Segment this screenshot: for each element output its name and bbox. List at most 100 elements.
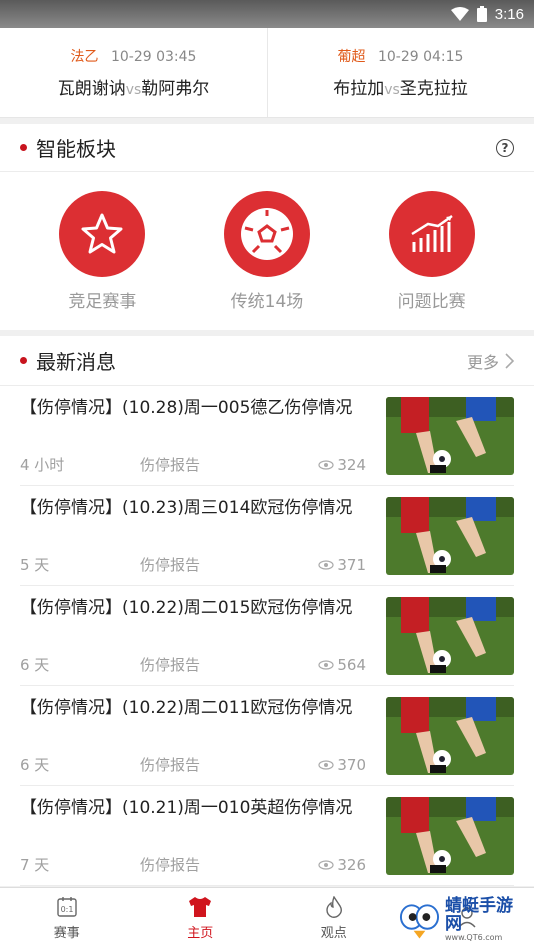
match-strip: 法乙 10-29 03:45 瓦朗谢讷vs勒阿弗尔 葡超 10-29 04:15…: [0, 28, 534, 118]
match-info: 葡超 10-29 04:15: [338, 46, 464, 66]
more-label: 更多: [466, 352, 499, 372]
views-count: 370: [337, 755, 366, 774]
news-category: 伤停报告: [140, 656, 201, 674]
watermark-logo: 蜻蜓手游网 www.QT6.com: [398, 893, 528, 945]
news-section: 最新消息 更多 【伤停情况】(10.28)周一005德乙伤停情况 4 小时 伤停…: [0, 336, 534, 886]
eye-icon: [318, 659, 334, 670]
news-title: 【伤停情况】(10.28)周一005德乙伤停情况: [20, 398, 353, 418]
news-item[interactable]: 【伤停情况】(10.21)周一010英超伤停情况 7 天 伤停报告 326: [20, 786, 514, 886]
match-card[interactable]: 葡超 10-29 04:15 布拉加vs圣克拉拉: [267, 28, 534, 117]
tab-opinion[interactable]: 观点: [267, 888, 401, 949]
away-team: 圣克拉拉: [399, 79, 468, 99]
chevron-right-icon: [505, 352, 514, 369]
news-meta: 7 天 伤停报告 326: [20, 854, 366, 875]
tool-label: 传统14场: [230, 291, 304, 312]
star-icon: [59, 190, 146, 277]
news-category: 伤停报告: [140, 456, 201, 474]
news-meta: 6 天 伤停报告 564: [20, 654, 366, 675]
news-meta: 4 小时 伤停报告 324: [20, 454, 366, 475]
battery-icon: [476, 6, 487, 22]
tab-events[interactable]: 0:1 赛事: [0, 888, 134, 949]
match-league: 法乙: [70, 49, 99, 65]
match-card[interactable]: 法乙 10-29 03:45 瓦朗谢讷vs勒阿弗尔: [0, 28, 267, 117]
vs-label: vs: [384, 82, 400, 98]
news-list: 【伤停情况】(10.28)周一005德乙伤停情况 4 小时 伤停报告 324 【…: [0, 386, 534, 886]
news-title: 【伤停情况】(10.21)周一010英超伤停情况: [20, 798, 353, 818]
tool-label: 竞足赛事: [68, 291, 137, 312]
flame-icon: [326, 896, 342, 918]
home-team: 瓦朗谢讷: [57, 79, 126, 99]
eye-icon: [318, 759, 334, 770]
scoreboard-icon: 0:1: [57, 897, 77, 917]
news-views: 326: [318, 854, 366, 875]
match-teams: 布拉加vs圣克拉拉: [333, 74, 468, 99]
news-text: 【伤停情况】(10.21)周一010英超伤停情况 7 天 伤停报告 326: [20, 796, 386, 875]
news-item[interactable]: 【伤停情况】(10.28)周一005德乙伤停情况 4 小时 伤停报告 324: [20, 386, 514, 486]
news-meta: 5 天 伤停报告 371: [20, 554, 366, 575]
jersey-icon: [189, 897, 212, 917]
news-age: 6 天: [20, 656, 50, 674]
tool-traditional[interactable]: 传统14场: [202, 190, 332, 312]
news-header: 最新消息 更多: [0, 336, 534, 386]
news-category: 伤停报告: [140, 856, 201, 874]
news-age: 6 天: [20, 756, 50, 774]
tab-label: 赛事: [53, 926, 80, 941]
eye-icon: [318, 459, 334, 470]
status-bar: 3:16: [0, 0, 534, 28]
news-age: 4 小时: [20, 456, 65, 474]
eye-icon: [318, 559, 334, 570]
news-thumbnail: [386, 796, 514, 875]
news-text: 【伤停情况】(10.28)周一005德乙伤停情况 4 小时 伤停报告 324: [20, 396, 386, 475]
smart-header: 智能板块 ?: [0, 124, 534, 172]
news-category: 伤停报告: [140, 556, 201, 574]
bullet-dot: [20, 144, 27, 151]
tool-jingzu[interactable]: 竞足赛事: [37, 190, 167, 312]
status-time: 3:16: [494, 5, 524, 23]
away-team: 勒阿弗尔: [141, 79, 210, 99]
news-views: 564: [318, 654, 366, 675]
news-thumbnail: [386, 496, 514, 575]
news-title: 【伤停情况】(10.23)周三014欧冠伤停情况: [20, 498, 353, 518]
views-count: 564: [337, 655, 366, 674]
news-text: 【伤停情况】(10.23)周三014欧冠伤停情况 5 天 伤停报告 371: [20, 496, 386, 575]
match-info: 法乙 10-29 03:45: [71, 46, 197, 66]
help-icon[interactable]: ?: [496, 138, 514, 157]
views-count: 326: [337, 855, 366, 874]
tool-grid: 竞足赛事 传统14场 问题比赛: [0, 172, 534, 330]
news-text: 【伤停情况】(10.22)周二015欧冠伤停情况 6 天 伤停报告 564: [20, 596, 386, 675]
tool-label: 问题比赛: [397, 291, 466, 312]
svg-text:0:1: 0:1: [60, 905, 73, 914]
views-count: 324: [337, 455, 366, 474]
tab-label: 观点: [320, 926, 347, 941]
section-title: 智能板块: [36, 137, 116, 161]
soccer-ball-icon: [223, 190, 310, 277]
news-views: 370: [318, 754, 366, 775]
watermark-text-block: 蜻蜓手游网 www.QT6.com: [445, 897, 528, 942]
news-thumbnail: [386, 696, 514, 775]
more-link[interactable]: 更多: [467, 349, 514, 373]
dragonfly-mascot-icon: [399, 904, 440, 939]
wifi-icon: [450, 7, 469, 21]
news-item[interactable]: 【伤停情况】(10.22)周二011欧冠伤停情况 6 天 伤停报告 370: [20, 686, 514, 786]
tool-problem[interactable]: 问题比赛: [367, 190, 497, 312]
news-views: 324: [318, 454, 366, 475]
news-thumbnail: [386, 396, 514, 475]
match-league: 葡超: [337, 49, 366, 65]
news-item[interactable]: 【伤停情况】(10.22)周二015欧冠伤停情况 6 天 伤停报告 564: [20, 586, 514, 686]
vs-label: vs: [125, 82, 142, 98]
bar-chart-trend-icon: [388, 190, 475, 277]
news-meta: 6 天 伤停报告 370: [20, 754, 366, 775]
watermark-url: www.QT6.com: [444, 932, 503, 942]
watermark-text: 蜻蜓手游网: [444, 895, 513, 934]
news-title: 【伤停情况】(10.22)周二015欧冠伤停情况: [20, 598, 353, 618]
tab-label: 主页: [187, 926, 214, 941]
news-age: 5 天: [20, 556, 50, 574]
match-datetime: 10-29 03:45: [110, 49, 197, 65]
news-views: 371: [318, 554, 366, 575]
home-team: 布拉加: [333, 79, 385, 99]
bullet-dot: [20, 357, 27, 364]
news-item[interactable]: 【伤停情况】(10.23)周三014欧冠伤停情况 5 天 伤停报告 371: [20, 486, 514, 586]
tab-home[interactable]: 主页: [134, 888, 268, 949]
section-title: 最新消息: [36, 350, 116, 374]
news-title: 【伤停情况】(10.22)周二011欧冠伤停情况: [20, 698, 353, 718]
